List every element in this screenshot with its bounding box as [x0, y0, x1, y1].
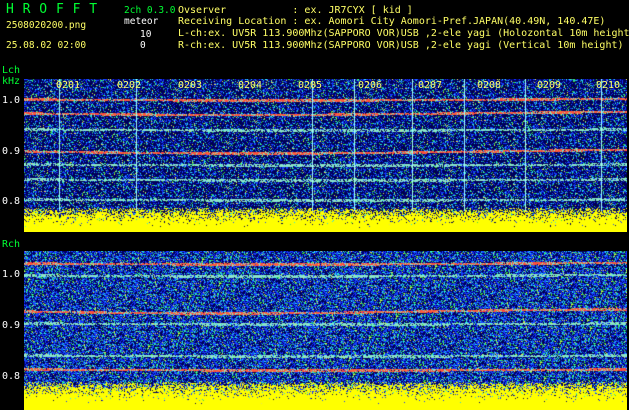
- lch-unit-label: kHz: [2, 76, 21, 87]
- lch-y-tick: 1.0: [2, 95, 21, 106]
- rch-spectrogram-canvas: [24, 251, 627, 410]
- hrofft-window: H R O F F T 2508020200.png 25.08.02 02:0…: [0, 0, 629, 410]
- timestamp-label: 25.08.02 02:00: [6, 40, 87, 51]
- lch-x-tick: 0209: [537, 80, 562, 91]
- lch-x-tick: 0203: [178, 80, 203, 91]
- location-line: Receiving Location : ex. Aomori City Aom…: [178, 16, 606, 27]
- meteor-label: meteor: [124, 16, 159, 27]
- brand-title: H R O F F T: [6, 2, 98, 17]
- lch-x-tick: 0207: [418, 80, 443, 91]
- lch-y-tick: 0.8: [2, 196, 21, 207]
- lch-x-tick: 0208: [477, 80, 502, 91]
- lch-spectrogram: [24, 79, 627, 232]
- lch-x-tick: 0205: [298, 80, 323, 91]
- filename-label: 2508020200.png: [6, 20, 87, 31]
- rch-y-tick: 1.0: [2, 269, 21, 280]
- lch-label: Lch: [2, 65, 21, 76]
- lch-x-tick: 0202: [117, 80, 142, 91]
- lch-y-tick: 0.9: [2, 146, 21, 157]
- lch-meteor-count: 10: [140, 29, 152, 40]
- lch-x-tick: 0204: [238, 80, 263, 91]
- lch-config-line: L-ch:ex. UV5R 113.900Mhz(SAPPORO VOR)USB…: [178, 28, 629, 39]
- rch-config-line: R-ch:ex. UV5R 113.900Mhz(SAPPORO VOR)USB…: [178, 40, 624, 51]
- rch-label: Rch: [2, 239, 21, 250]
- rch-spectrogram: [24, 251, 627, 410]
- rch-y-tick: 0.9: [2, 320, 21, 331]
- lch-x-tick: 0206: [358, 80, 383, 91]
- lch-x-tick: 0201: [56, 80, 81, 91]
- mode-label: 2ch 0.3.0: [124, 5, 176, 16]
- lch-x-tick: 0210: [596, 80, 621, 91]
- lch-spectrogram-canvas: [24, 79, 627, 232]
- rch-meteor-count: 0: [140, 40, 146, 51]
- rch-y-tick: 0.8: [2, 371, 21, 382]
- observer-line: Ovserver : ex. JR7CYX [ kid ]: [178, 5, 413, 16]
